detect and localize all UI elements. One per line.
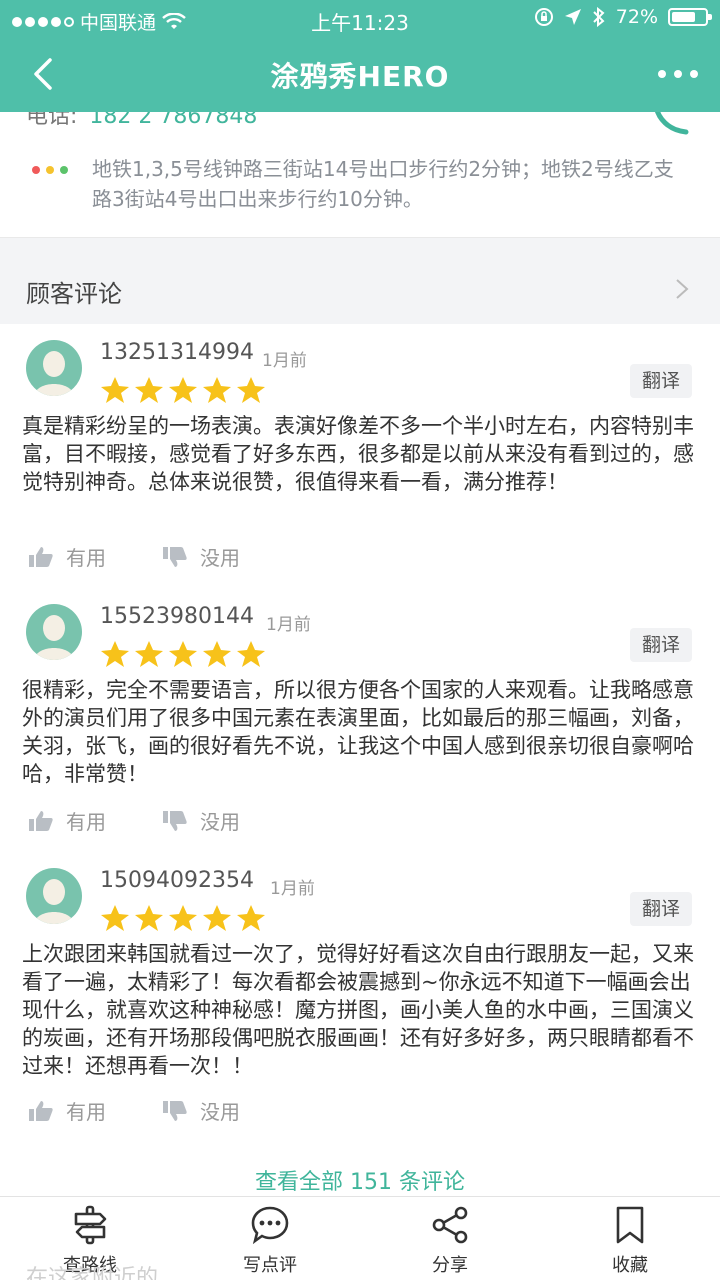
signpost-icon <box>74 1205 107 1245</box>
useless-label: 没用 <box>200 546 240 570</box>
review-username: 15094092354 <box>100 868 254 893</box>
review-item: 13251314994 1月前 翻译 真是精彩纷呈的一场表演。表演好像差不多一个… <box>0 324 720 590</box>
translate-button[interactable]: 翻译 <box>629 628 692 662</box>
battery-fill <box>672 12 696 22</box>
star-icon <box>203 641 231 667</box>
tab-favorite[interactable]: 收藏 <box>540 1197 720 1280</box>
tab-share[interactable]: 分享 <box>360 1197 540 1280</box>
star-icon <box>101 905 129 931</box>
orientation-lock-icon <box>534 8 553 26</box>
bookmark-icon <box>616 1206 644 1244</box>
subway-directions: 地铁1,3,5号线钟路三街站14号出口步行约2分钟；地铁2号线乙支路3街站4号出… <box>92 157 674 211</box>
useful-button[interactable]: 有用 <box>28 542 106 571</box>
top-bar: 中国联通 上午11:23 72% 涂鸦秀HERO <box>0 0 720 112</box>
venue-info-card: 电话: 182 2 7867848 地铁1,3,5号线钟路三街站14号出口步行约2… <box>0 104 720 238</box>
section-title: 顾客评论 <box>26 280 122 308</box>
star-icon <box>135 377 163 403</box>
star-icon <box>203 905 231 931</box>
star-icon <box>237 905 265 931</box>
useful-button[interactable]: 有用 <box>28 1096 106 1125</box>
thumbs-down-icon <box>163 1100 187 1121</box>
page-title: 涂鸦秀HERO <box>270 60 450 93</box>
thumbs-down-icon <box>163 546 187 567</box>
star-icon <box>169 377 197 403</box>
review-item: 15523980144 1月前 翻译 很精彩，完全不需要语言，所以很方便各个国家… <box>0 588 720 854</box>
tab-label: 分享 <box>432 1255 468 1276</box>
share-icon <box>432 1206 468 1244</box>
bluetooth-icon <box>593 7 605 27</box>
thumbs-up-icon <box>29 810 53 831</box>
review-time: 1月前 <box>270 879 315 899</box>
useless-label: 没用 <box>200 810 240 834</box>
useless-label: 没用 <box>200 1100 240 1124</box>
user-avatar-icon <box>34 879 74 924</box>
review-username: 15523980144 <box>100 604 254 629</box>
useful-label: 有用 <box>66 546 106 570</box>
rating-stars <box>100 376 266 404</box>
nav-bar: 涂鸦秀HERO <box>0 38 720 112</box>
star-icon <box>203 377 231 403</box>
review-text: 真是精彩纷呈的一场表演。表演好像差不多一个半小时左右，内容特别丰富，目不暇接，感… <box>22 414 694 494</box>
back-icon[interactable] <box>26 56 62 92</box>
useless-button[interactable]: 没用 <box>162 1096 240 1125</box>
star-icon <box>237 641 265 667</box>
chat-bubble-icon <box>251 1206 289 1245</box>
review-actions: 有用 没用 <box>28 806 240 835</box>
chevron-right-icon <box>676 279 689 299</box>
useful-label: 有用 <box>66 810 106 834</box>
review-time: 1月前 <box>262 351 307 371</box>
star-icon <box>101 377 129 403</box>
reviews-section-header[interactable]: 顾客评论 <box>0 256 720 324</box>
review-text: 上次跟团来韩国就看过一次了，觉得好好看这次自由行跟朋友一起，又来看了一遍，太精彩… <box>22 942 694 1078</box>
rating-stars <box>100 904 266 932</box>
useless-button[interactable]: 没用 <box>162 806 240 835</box>
more-icon[interactable] <box>656 56 700 92</box>
view-all-reviews-link[interactable]: 查看全部 151 条评论 <box>0 1164 720 1196</box>
useful-label: 有用 <box>66 1100 106 1124</box>
translate-button[interactable]: 翻译 <box>629 892 692 926</box>
tab-write-review[interactable]: 写点评 <box>180 1197 360 1280</box>
subway-dots-icon <box>32 166 68 174</box>
avatar[interactable] <box>26 604 82 660</box>
review-time: 1月前 <box>266 615 311 635</box>
star-icon <box>237 377 265 403</box>
location-icon <box>564 9 581 25</box>
status-right: 72% <box>534 6 712 28</box>
battery-icon <box>668 8 712 26</box>
useless-button[interactable]: 没用 <box>162 542 240 571</box>
nearby-section-peek: 在这家附近的 <box>26 1266 159 1280</box>
review-actions: 有用 没用 <box>28 542 240 571</box>
star-icon <box>101 641 129 667</box>
star-icon <box>169 905 197 931</box>
thumbs-up-icon <box>29 546 53 567</box>
star-icon <box>169 641 197 667</box>
tab-label: 收藏 <box>612 1255 648 1276</box>
translate-button[interactable]: 翻译 <box>629 364 692 398</box>
user-avatar-icon <box>34 351 74 396</box>
review-list: 13251314994 1月前 翻译 真是精彩纷呈的一场表演。表演好像差不多一个… <box>0 324 720 1196</box>
review-username: 13251314994 <box>100 340 254 365</box>
review-actions: 有用 没用 <box>28 1096 240 1125</box>
review-item: 15094092354 1月前 翻译 上次跟团来韩国就看过一次了，觉得好好看这次… <box>0 852 720 1152</box>
star-icon <box>135 641 163 667</box>
thumbs-up-icon <box>29 1100 53 1121</box>
review-text: 很精彩，完全不需要语言，所以很方便各个国家的人来观看。让我略感意外的演员们用了很… <box>22 678 694 786</box>
avatar[interactable] <box>26 340 82 396</box>
avatar[interactable] <box>26 868 82 924</box>
star-icon <box>135 905 163 931</box>
status-bar: 中国联通 上午11:23 72% <box>0 0 720 38</box>
rating-stars <box>100 640 266 668</box>
useful-button[interactable]: 有用 <box>28 806 106 835</box>
user-avatar-icon <box>34 615 74 660</box>
thumbs-down-icon <box>163 810 187 831</box>
tab-label: 写点评 <box>243 1255 297 1276</box>
battery-percent: 72% <box>615 6 658 28</box>
